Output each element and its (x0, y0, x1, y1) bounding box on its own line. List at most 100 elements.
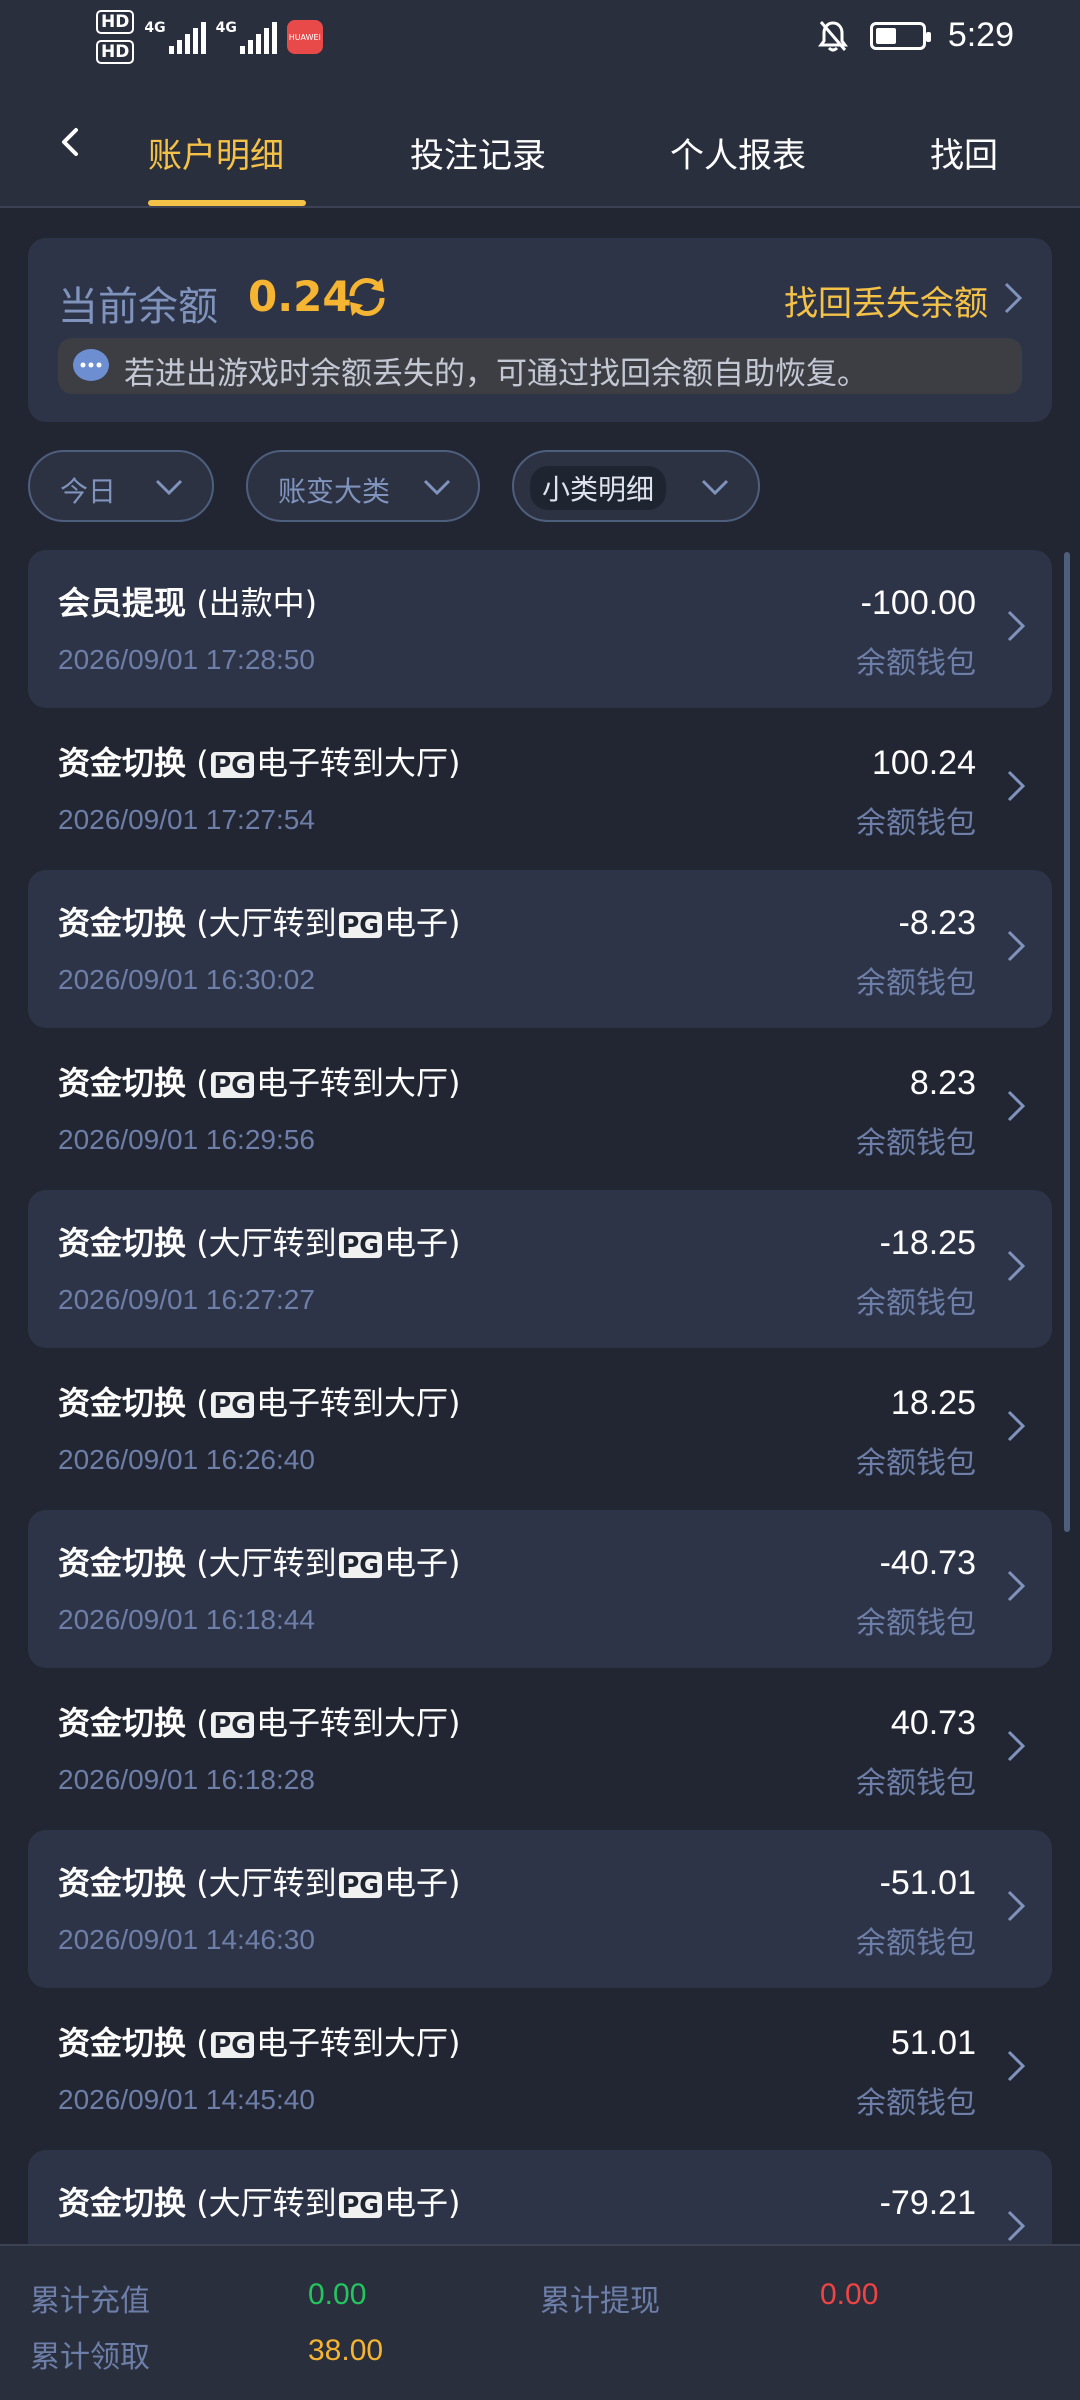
transaction-title: 会员提现 (出款中) (58, 584, 318, 622)
chevron-down-icon (422, 476, 452, 498)
summary-bar: 累计充值 0.00 累计提现 0.00 累计领取 38.00 (0, 2244, 1080, 2400)
total-claim-value: 38.00 (308, 2334, 384, 2367)
chevron-down-icon (700, 476, 730, 498)
recover-balance-link[interactable]: 找回丢失余额 (784, 276, 988, 325)
total-withdraw-label: 累计提现 (540, 2284, 660, 2319)
transaction-amount: 40.73 (890, 1704, 976, 1742)
notice-banner: 若进出游戏时余额丢失的，可通过找回余额自助恢复。 (58, 338, 1022, 394)
notice-text: 若进出游戏时余额丢失的，可通过找回余额自助恢复。 (124, 356, 868, 392)
transaction-date: 2026/09/01 14:46:30 (58, 1924, 315, 1955)
hd1-indicator: HD (96, 10, 135, 34)
scrollbar[interactable] (1064, 552, 1070, 1532)
transaction-amount: -8.23 (898, 904, 977, 942)
tab-bet-records[interactable]: 投注记录 (410, 128, 546, 177)
total-claim-label: 累计领取 (30, 2340, 150, 2375)
transaction-title: 资金切换 (大厅转到 PG 电子) (58, 1864, 461, 1902)
sim2-label: 4G (215, 20, 237, 36)
tab-recover[interactable]: 找回 (930, 128, 1050, 177)
transaction-date: 2026/09/01 16:18:44 (58, 1604, 315, 1635)
pg-logo-icon: PG (210, 1072, 254, 1098)
transaction-wallet: 余额钱包 (856, 2086, 976, 2121)
transaction-wallet: 余额钱包 (856, 1766, 976, 1801)
transaction-title: 资金切换 (PG 电子转到大厅) (58, 2024, 461, 2062)
pg-logo-icon: PG (338, 2192, 382, 2218)
battery-icon (869, 21, 931, 50)
list-item[interactable]: 资金切换 (大厅转到 PG 电子) 2026/09/01 16:18:44 -40.… (28, 1510, 1052, 1668)
list-item[interactable]: 资金切换 (PG 电子转到大厅) 2026/09/01 17:27:54 100.… (28, 710, 1052, 868)
pg-logo-icon: PG (338, 1552, 382, 1578)
tab-personal-report[interactable]: 个人报表 (670, 128, 806, 177)
refresh-icon[interactable] (344, 274, 390, 320)
status-bar: HD HD 4G 4G HUAWEI 5:29 (0, 0, 1080, 80)
pg-logo-icon: PG (338, 1872, 382, 1898)
transaction-amount: 51.01 (890, 2024, 976, 2062)
transaction-date: 2026/09/01 16:30:02 (58, 964, 315, 995)
list-item[interactable]: 资金切换 (大厅转到 PG 电子) 2026/09/01 16:27:27 -18.… (28, 1190, 1052, 1348)
chevron-right-icon (1006, 608, 1026, 644)
chevron-right-icon (1006, 928, 1026, 964)
pg-logo-icon: PG (210, 2032, 254, 2058)
transaction-wallet: 余额钱包 (856, 1286, 976, 1321)
total-recharge-label: 累计充值 (30, 2284, 150, 2319)
list-item[interactable]: 资金切换 (PG 电子转到大厅) 2026/09/01 16:18:28 40.7… (28, 1670, 1052, 1828)
chevron-right-icon (1006, 768, 1026, 804)
transaction-title: 资金切换 (PG 电子转到大厅) (58, 1384, 461, 1422)
transaction-title: 资金切换 (PG 电子转到大厅) (58, 1704, 461, 1742)
transaction-amount: 100.24 (872, 744, 976, 782)
transaction-date: 2026/09/01 16:18:28 (58, 1764, 315, 1795)
list-item[interactable]: 资金切换 (大厅转到 PG 电子) 2026/09/01 16:30:02 -8.2… (28, 870, 1052, 1028)
transaction-amount: -100.00 (860, 584, 976, 622)
signal-icon-2: 4G (216, 20, 277, 54)
balance-card: 当前余额 0.24 找回丢失余额 若进出游戏时余额丢失的，可通过找回余额自助恢复… (28, 238, 1052, 422)
transaction-wallet: 余额钱包 (856, 1606, 976, 1641)
list-item[interactable]: 资金切换 (PG 电子转到大厅) 2026/09/01 16:26:40 18.2… (28, 1350, 1052, 1508)
transaction-wallet: 余额钱包 (856, 1126, 976, 1161)
sim1-label: 4G (144, 20, 166, 36)
chevron-right-icon (1006, 1408, 1026, 1444)
list-item[interactable]: 资金切换 (大厅转到 PG 电子) 2026/09/01 14:46:30 -51.… (28, 1830, 1052, 1988)
chevron-right-icon (1006, 1088, 1026, 1124)
transaction-date: 2026/09/01 16:26:40 (58, 1444, 315, 1475)
transaction-date: 2026/09/01 17:27:54 (58, 804, 315, 835)
tab-account-details[interactable]: 账户明细 (148, 128, 284, 177)
filter-category[interactable]: 账变大类 (246, 450, 480, 522)
transaction-wallet: 余额钱包 (856, 806, 976, 841)
chevron-right-icon (1006, 1248, 1026, 1284)
top-navigation: 账户明细 投注记录 个人报表 找回 (0, 80, 1080, 208)
transaction-wallet: 余额钱包 (856, 1926, 976, 1961)
chat-bubble-icon (72, 348, 110, 384)
filter-date-label: 今日 (60, 475, 117, 508)
signal-icon: 4G (144, 20, 206, 54)
list-item[interactable]: 会员提现 (出款中) 2026/09/01 17:28:50 -100.00 余… (28, 550, 1052, 708)
back-arrow-icon[interactable] (56, 122, 86, 162)
total-recharge-value: 0.00 (308, 2278, 367, 2311)
list-item[interactable]: 资金切换 (PG 电子转到大厅) 2026/09/01 16:29:56 8.23… (28, 1030, 1052, 1188)
transaction-title: 资金切换 (PG 电子转到大厅) (58, 1064, 461, 1102)
chevron-right-icon (1006, 2048, 1026, 2084)
active-tab-indicator (148, 200, 306, 206)
transaction-title: 资金切换 (大厅转到 PG 电子) (58, 1224, 461, 1262)
transaction-title: 资金切换 (PG 电子转到大厅) (58, 744, 461, 782)
balance-label: 当前余额 (58, 284, 218, 330)
filter-date[interactable]: 今日 (28, 450, 214, 522)
transaction-title: 资金切换 (大厅转到 PG 电子) (58, 2184, 461, 2222)
pg-logo-icon: PG (210, 1392, 254, 1418)
chevron-right-icon[interactable] (1002, 280, 1024, 316)
transaction-date: 2026/09/01 16:29:56 (58, 1124, 315, 1155)
transaction-wallet: 余额钱包 (856, 966, 976, 1001)
filter-category-label: 账变大类 (278, 475, 391, 508)
chevron-right-icon (1006, 2208, 1026, 2244)
filter-subcategory[interactable]: 小类明细 (512, 450, 760, 522)
transaction-date: 2026/09/01 14:45:40 (58, 2084, 315, 2115)
pg-logo-icon: PG (210, 752, 254, 778)
pg-logo-icon: PG (338, 912, 382, 938)
transaction-wallet: 余额钱包 (856, 1446, 976, 1481)
chevron-right-icon (1006, 1728, 1026, 1764)
transaction-date: 2026/09/01 17:28:50 (58, 644, 315, 675)
transaction-amount: -18.25 (879, 1224, 976, 1262)
filter-subcategory-label: 小类明细 (530, 466, 667, 510)
list-item[interactable]: 资金切换 (PG 电子转到大厅) 2026/09/01 14:45:40 51.0… (28, 1990, 1052, 2148)
chevron-right-icon (1006, 1888, 1026, 1924)
status-time: 5:29 (947, 16, 1014, 54)
pg-logo-icon: PG (210, 1712, 254, 1738)
